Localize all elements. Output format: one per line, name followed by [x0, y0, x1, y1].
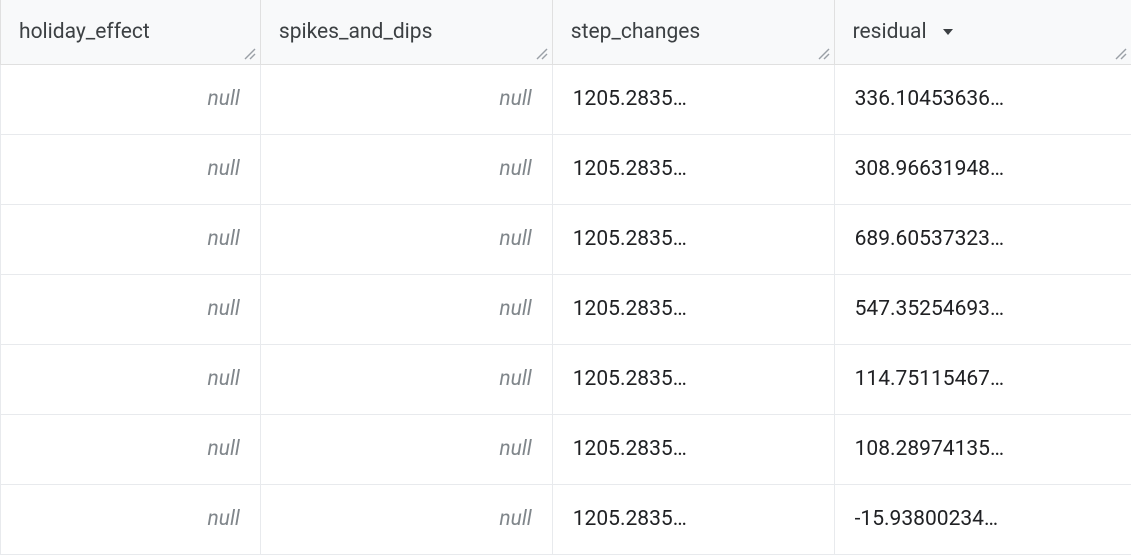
- table-row[interactable]: null null 1205.2835… 689.60537323…: [1, 204, 1131, 274]
- column-header-step-changes[interactable]: step_changes: [552, 0, 834, 64]
- resize-handle-icon[interactable]: [816, 46, 832, 62]
- column-header-residual[interactable]: residual: [834, 0, 1131, 64]
- cell-step-changes: 1205.2835…: [552, 484, 834, 554]
- table-row[interactable]: null null 1205.2835… 547.35254693…: [1, 274, 1131, 344]
- column-label: holiday_effect: [19, 20, 150, 44]
- column-label: spikes_and_dips: [279, 20, 433, 44]
- cell-step-changes: 1205.2835…: [552, 414, 834, 484]
- cell-step-changes: 1205.2835…: [552, 64, 834, 134]
- cell-residual: 547.35254693…: [834, 274, 1131, 344]
- cell-spikes-and-dips: null: [260, 484, 552, 554]
- cell-spikes-and-dips: null: [260, 204, 552, 274]
- column-header-holiday-effect[interactable]: holiday_effect: [1, 0, 261, 64]
- results-table: holiday_effect spikes_and_dips step_chan…: [0, 0, 1131, 555]
- cell-residual: 336.10453636…: [834, 64, 1131, 134]
- cell-residual: -15.93800234…: [834, 484, 1131, 554]
- cell-residual: 108.28974135…: [834, 414, 1131, 484]
- cell-holiday-effect: null: [1, 204, 261, 274]
- table-row[interactable]: null null 1205.2835… -15.93800234…: [1, 484, 1131, 554]
- cell-spikes-and-dips: null: [260, 414, 552, 484]
- cell-step-changes: 1205.2835…: [552, 134, 834, 204]
- resize-handle-icon[interactable]: [242, 46, 258, 62]
- cell-step-changes: 1205.2835…: [552, 344, 834, 414]
- cell-spikes-and-dips: null: [260, 274, 552, 344]
- cell-holiday-effect: null: [1, 134, 261, 204]
- cell-residual: 689.60537323…: [834, 204, 1131, 274]
- cell-holiday-effect: null: [1, 414, 261, 484]
- table-row[interactable]: null null 1205.2835… 308.96631948…: [1, 134, 1131, 204]
- sort-descending-icon[interactable]: [940, 24, 956, 40]
- cell-holiday-effect: null: [1, 344, 261, 414]
- header-row: holiday_effect spikes_and_dips step_chan…: [1, 0, 1131, 64]
- cell-residual: 308.96631948…: [834, 134, 1131, 204]
- cell-step-changes: 1205.2835…: [552, 204, 834, 274]
- table-row[interactable]: null null 1205.2835… 108.28974135…: [1, 414, 1131, 484]
- column-label: residual: [853, 20, 927, 44]
- cell-spikes-and-dips: null: [260, 134, 552, 204]
- cell-holiday-effect: null: [1, 484, 261, 554]
- cell-holiday-effect: null: [1, 274, 261, 344]
- cell-spikes-and-dips: null: [260, 344, 552, 414]
- column-header-spikes-and-dips[interactable]: spikes_and_dips: [260, 0, 552, 64]
- table-row[interactable]: null null 1205.2835… 114.75115467…: [1, 344, 1131, 414]
- resize-handle-icon[interactable]: [534, 46, 550, 62]
- cell-spikes-and-dips: null: [260, 64, 552, 134]
- table-row[interactable]: null null 1205.2835… 336.10453636…: [1, 64, 1131, 134]
- resize-handle-icon[interactable]: [1113, 46, 1129, 62]
- cell-holiday-effect: null: [1, 64, 261, 134]
- cell-residual: 114.75115467…: [834, 344, 1131, 414]
- column-label: step_changes: [571, 20, 700, 44]
- cell-step-changes: 1205.2835…: [552, 274, 834, 344]
